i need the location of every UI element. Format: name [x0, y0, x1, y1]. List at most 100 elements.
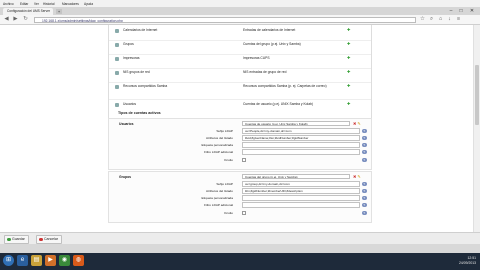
section-title: Tipos de cuentas activos	[118, 111, 161, 115]
group-description-input[interactable]: Cuentas de usuario (p.ej. Unix Samba y K…	[242, 121, 350, 126]
field-row: Filtro LDAP adicional ?	[109, 202, 371, 208]
field-row: Sufijo LDAP ou=People,dc=my-domain,dc=co…	[109, 128, 371, 134]
menu-ver[interactable]: Ver	[34, 2, 39, 6]
help-icon[interactable]: ?	[362, 188, 367, 193]
save-button[interactable]: Guardar	[4, 235, 29, 244]
share-icon	[115, 85, 119, 89]
help-icon[interactable]: ?	[362, 128, 367, 133]
form-footer: Guardar Cancelar	[0, 232, 480, 244]
hidden-checkbox[interactable]	[242, 211, 246, 215]
add-icon[interactable]: ✚	[347, 28, 351, 32]
ldap-filter-input[interactable]	[242, 202, 360, 208]
add-icon[interactable]: ✚	[347, 42, 351, 46]
save-label: Guardar	[12, 237, 25, 241]
home-icon[interactable]: ⌂	[437, 16, 444, 23]
delete-icon[interactable]: ✖	[353, 174, 356, 179]
help-icon[interactable]: ?	[362, 149, 367, 154]
add-icon[interactable]: ✚	[347, 56, 351, 60]
minimize-icon[interactable]: –	[446, 8, 456, 14]
account-types-table: Calendarios de Internet Entradas de cale…	[108, 25, 372, 122]
row-description: Impresoras CUPS	[243, 56, 270, 60]
hidden-checkbox[interactable]	[242, 158, 246, 162]
row-name: Impresoras	[123, 56, 140, 60]
taskbar: ⊞ e ▤ ▶ ◉ ◍ 12:51 24/09/2013	[0, 253, 480, 270]
media-icon[interactable]: ▶	[45, 255, 56, 266]
custom-label-input[interactable]	[242, 195, 360, 201]
edit-icon[interactable]: ✎	[357, 174, 360, 179]
row-description: Recursos compartidos Samba (p. ej. Carpe…	[243, 84, 327, 88]
address-bar[interactable]: 192.168.1.x/ums/admin/settings/ldap_conf…	[34, 16, 416, 23]
menu-ayuda[interactable]: Ayuda	[84, 2, 93, 6]
custom-label-input[interactable]	[242, 142, 360, 148]
row-name: Recursos compartidos Samba	[123, 84, 168, 88]
help-icon[interactable]: ?	[362, 195, 367, 200]
account-type-users: Usuarios Cuentas de usuario (p.ej. Unix …	[108, 118, 372, 170]
vertical-scrollbar[interactable]	[473, 25, 480, 232]
help-icon[interactable]: ?	[362, 142, 367, 147]
row-description: Cuentas de usuario (p.ej. UNIX Samba y K…	[243, 102, 314, 106]
chrome-icon[interactable]: ◉	[59, 255, 70, 266]
ldap-filter-input[interactable]	[242, 149, 360, 155]
field-row: Oculto ?	[109, 210, 371, 216]
help-icon[interactable]: ?	[362, 210, 367, 215]
help-icon[interactable]: ?	[362, 181, 367, 186]
field-row: Atributos del listado #cn;#gidNumber;#me…	[109, 188, 371, 194]
user-icon	[115, 103, 119, 107]
plus-icon[interactable]: +	[56, 9, 62, 14]
table-row[interactable]: Recursos compartidos Samba Recursos comp…	[109, 81, 371, 100]
download-icon[interactable]: ↓	[446, 16, 453, 23]
maximize-icon[interactable]: □	[456, 8, 466, 14]
ie-icon[interactable]: e	[17, 255, 28, 266]
add-icon[interactable]: ✚	[347, 102, 351, 106]
explorer-icon[interactable]: ▤	[31, 255, 42, 266]
ldap-suffix-input[interactable]: ou=group,dc=my-domain,dc=com	[242, 181, 360, 187]
add-icon[interactable]: ✚	[347, 84, 351, 88]
row-description: Entradas de calendarios de Internet	[243, 28, 296, 32]
help-icon[interactable]: ?	[362, 135, 367, 140]
cancel-icon	[39, 237, 43, 241]
tab-title: Configuración del UMS Server	[7, 9, 51, 13]
menu-icon[interactable]: ≡	[455, 16, 462, 23]
scrollbar-thumb[interactable]	[475, 65, 479, 125]
forward-icon[interactable]: ▶	[12, 16, 19, 23]
calendar-icon	[115, 29, 119, 33]
field-row: Etiqueta personalizada ?	[109, 195, 371, 201]
url-text: 192.168.1.x/ums/admin/settings/ldap_conf…	[42, 18, 123, 23]
edit-icon[interactable]: ✎	[357, 121, 360, 126]
search-icon[interactable]: ⌕	[428, 16, 435, 23]
menu-historial[interactable]: Historial	[43, 2, 55, 6]
menu-archivo[interactable]: Archivo	[3, 2, 14, 6]
row-name: Usuarios	[123, 102, 137, 106]
help-icon[interactable]: ?	[362, 202, 367, 207]
menu-marcadores[interactable]: Marcadores	[62, 2, 79, 6]
field-row: Atributos del listado #uid;#givenName;#s…	[109, 135, 371, 141]
add-icon[interactable]: ✚	[347, 70, 351, 74]
ldap-suffix-input[interactable]: ou=People,dc=my-domain,dc=com	[242, 128, 360, 134]
delete-icon[interactable]: ✖	[353, 121, 356, 126]
field-label: Filtro LDAP adicional	[204, 203, 233, 207]
field-label: Sufijo LDAP	[216, 182, 233, 186]
cancel-button[interactable]: Cancelar	[36, 235, 63, 244]
reload-icon[interactable]: ↻	[22, 16, 29, 23]
list-attributes-input[interactable]: #uid;#givenName;#sn;#uidNumber;#gidNumbe…	[242, 135, 360, 141]
firefox-icon[interactable]: ◍	[73, 255, 84, 266]
back-icon[interactable]: ◀	[3, 16, 10, 23]
browser-tab[interactable]: Configuración del UMS Server	[3, 8, 53, 15]
close-icon[interactable]: ✕	[467, 8, 477, 14]
row-name: Calendarios de Internet	[123, 28, 158, 32]
field-label: Sufijo LDAP	[216, 129, 233, 133]
row-name: Grupos	[123, 42, 134, 46]
row-name: NIS grupos de red	[123, 70, 150, 74]
menu-editar[interactable]: Editar	[20, 2, 28, 6]
start-orb-icon[interactable]: ⊞	[3, 255, 14, 266]
save-icon	[7, 237, 11, 241]
page-content: Calendarios de Internet Entradas de cale…	[0, 25, 480, 232]
group-name: Usuarios	[119, 122, 134, 126]
list-attributes-input[interactable]: #cn;#gidNumber;#memberUID;#description	[242, 188, 360, 194]
star-icon[interactable]: ☆	[419, 16, 426, 23]
system-tray[interactable]: 12:51 24/09/2013	[459, 256, 476, 265]
help-icon[interactable]: ?	[362, 157, 367, 162]
window-bottom-area	[0, 244, 480, 253]
group-description-input[interactable]: Cuentas del grupo (p.ej. Unix y Samba)	[242, 174, 350, 179]
navigation-bar: ◀ ▶ ↻ 192.168.1.x/ums/admin/settings/lda…	[0, 15, 480, 25]
